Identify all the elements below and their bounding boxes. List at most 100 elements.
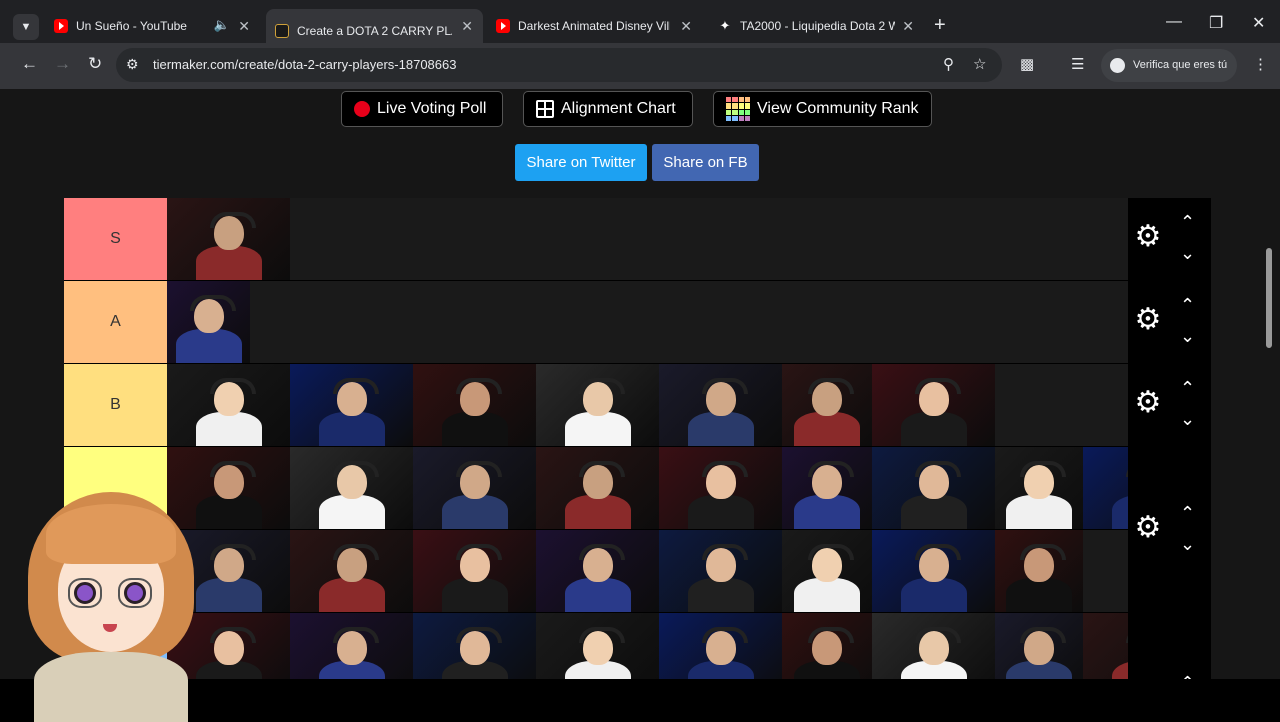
player-card[interactable] <box>413 613 536 679</box>
speaker-icon[interactable]: 🔈 <box>214 17 230 33</box>
view-community-rank-button[interactable]: View Community Rank <box>713 91 932 127</box>
player-card[interactable] <box>1083 447 1128 529</box>
player-card[interactable] <box>872 613 995 679</box>
chevron-up-icon[interactable]: ⌃ <box>1180 379 1195 397</box>
tier-label[interactable]: B <box>64 364 167 446</box>
player-card[interactable] <box>995 530 1083 612</box>
player-card[interactable] <box>659 530 782 612</box>
tier-label[interactable]: S <box>64 198 167 280</box>
player-card[interactable] <box>782 447 872 529</box>
youtube-icon <box>496 19 510 33</box>
chevron-up-icon[interactable]: ⌃ <box>1180 296 1195 314</box>
profile-chip[interactable]: Verifica que eres tú <box>1101 49 1237 82</box>
player-card[interactable] <box>413 364 536 446</box>
player-card[interactable] <box>167 364 290 446</box>
tier-items <box>167 198 1128 280</box>
chevron-down-icon[interactable]: ⌄ <box>1180 327 1195 345</box>
player-card[interactable] <box>995 613 1083 679</box>
player-card[interactable] <box>659 447 782 529</box>
alignment-chart-button[interactable]: Alignment Chart <box>523 91 693 127</box>
share-twitter-button[interactable]: Share on Twitter <box>515 144 647 181</box>
chevron-down-icon[interactable]: ⌄ <box>1180 410 1195 428</box>
gear-icon[interactable]: ⚙ <box>1134 222 1162 252</box>
extensions-icon[interactable]: ▩ <box>1020 55 1034 73</box>
player-card[interactable] <box>872 530 995 612</box>
player-card[interactable] <box>872 447 995 529</box>
player-card[interactable] <box>536 364 659 446</box>
close-icon[interactable]: ✕ <box>902 18 914 35</box>
page-scrollbar[interactable] <box>1266 248 1272 348</box>
restore-button[interactable]: ❐ <box>1209 13 1223 33</box>
close-icon[interactable]: ✕ <box>238 18 250 35</box>
tier-items <box>167 364 1128 446</box>
tab-title: Create a DOTA 2 CARRY PLAYERS <box>297 23 452 38</box>
player-card[interactable] <box>872 364 995 446</box>
player-card[interactable] <box>167 198 290 280</box>
gear-icon[interactable]: ⚙ <box>1134 513 1162 543</box>
close-window-button[interactable]: ✕ <box>1252 13 1265 33</box>
site-info-icon[interactable]: ⚙ <box>126 56 139 73</box>
share-fb-button[interactable]: Share on FB <box>652 144 759 181</box>
tier-controls: ⚙ ⌃ ⌄ <box>1128 281 1211 363</box>
tier-items <box>167 530 1128 612</box>
chevron-down-icon[interactable]: ⌄ <box>1180 244 1195 262</box>
player-card[interactable] <box>782 530 872 612</box>
player-card[interactable] <box>290 364 413 446</box>
tier-items <box>167 613 1128 679</box>
grid-icon <box>536 100 554 118</box>
tab-youtube-sueno[interactable]: Un Sueño - YouTube 🔈 ✕ <box>48 9 260 43</box>
tab-search-button[interactable]: ▼ <box>13 14 39 40</box>
player-card[interactable] <box>167 281 250 363</box>
player-card[interactable] <box>413 530 536 612</box>
new-tab-button[interactable]: + <box>934 14 946 37</box>
reload-button[interactable]: ↻ <box>88 54 102 74</box>
player-card[interactable] <box>290 613 413 679</box>
back-button[interactable]: ← <box>21 54 38 74</box>
forward-button[interactable]: → <box>54 54 71 74</box>
profile-label: Verifica que eres tú <box>1133 59 1228 71</box>
tier-row: A ⚙ ⌃ ⌄ <box>64 281 1211 364</box>
chevron-up-icon[interactable]: ⌃ <box>1180 674 1195 679</box>
tier-items <box>167 281 1128 363</box>
tier-row: ⚙ ⌃ ⌄ <box>64 489 1211 613</box>
player-card[interactable] <box>413 447 536 529</box>
chevron-up-icon[interactable]: ⌃ <box>1180 504 1195 522</box>
tier-controls: ⌃ <box>1128 613 1211 679</box>
player-card[interactable] <box>536 530 659 612</box>
tab-youtube-disney[interactable]: Darkest Animated Disney Villains ✕ <box>488 9 702 43</box>
tier-row <box>64 447 1211 530</box>
player-card[interactable] <box>290 530 413 612</box>
player-card[interactable] <box>995 447 1083 529</box>
close-icon[interactable]: ✕ <box>461 18 473 35</box>
youtube-icon <box>54 19 68 33</box>
address-bar[interactable]: ⚙ tiermaker.com/create/dota-2-carry-play… <box>116 48 1002 82</box>
live-voting-poll-button[interactable]: Live Voting Poll <box>341 91 503 127</box>
tier-row: S ⚙ ⌃ ⌄ <box>64 198 1211 281</box>
tab-liquipedia[interactable]: ✦ TA2000 - Liquipedia Dota 2 Wiki ✕ <box>710 9 924 43</box>
browser-menu-icon[interactable]: ⋮ <box>1253 55 1268 73</box>
player-card[interactable] <box>782 613 872 679</box>
media-control-icon[interactable]: ☰ <box>1071 55 1084 73</box>
player-card[interactable] <box>536 447 659 529</box>
tier-controls: ⚙ ⌃ ⌄ <box>1128 364 1211 446</box>
player-card[interactable] <box>536 613 659 679</box>
zoom-icon[interactable]: ⚲ <box>943 55 954 73</box>
gear-icon[interactable]: ⚙ <box>1134 388 1162 418</box>
player-card[interactable] <box>782 364 872 446</box>
minimize-button[interactable]: — <box>1166 13 1182 31</box>
chevron-up-icon[interactable]: ⌃ <box>1180 213 1195 231</box>
browser-toolbar: ← → ↻ ⚙ tiermaker.com/create/dota-2-carr… <box>0 43 1280 89</box>
player-card[interactable] <box>659 613 782 679</box>
tier-controls: ⚙ ⌃ ⌄ <box>1128 489 1211 571</box>
bookmark-star-icon[interactable]: ☆ <box>973 55 986 73</box>
player-card[interactable] <box>659 364 782 446</box>
close-icon[interactable]: ✕ <box>680 18 692 35</box>
player-card[interactable] <box>290 447 413 529</box>
tier-row: B ⚙ ⌃ ⌄ <box>64 364 1211 447</box>
player-card[interactable] <box>1083 613 1128 679</box>
tier-label[interactable]: A <box>64 281 167 363</box>
profile-icon <box>1110 58 1125 73</box>
tier-items <box>167 447 1128 529</box>
chevron-down-icon[interactable]: ⌄ <box>1180 535 1195 553</box>
gear-icon[interactable]: ⚙ <box>1134 305 1162 335</box>
